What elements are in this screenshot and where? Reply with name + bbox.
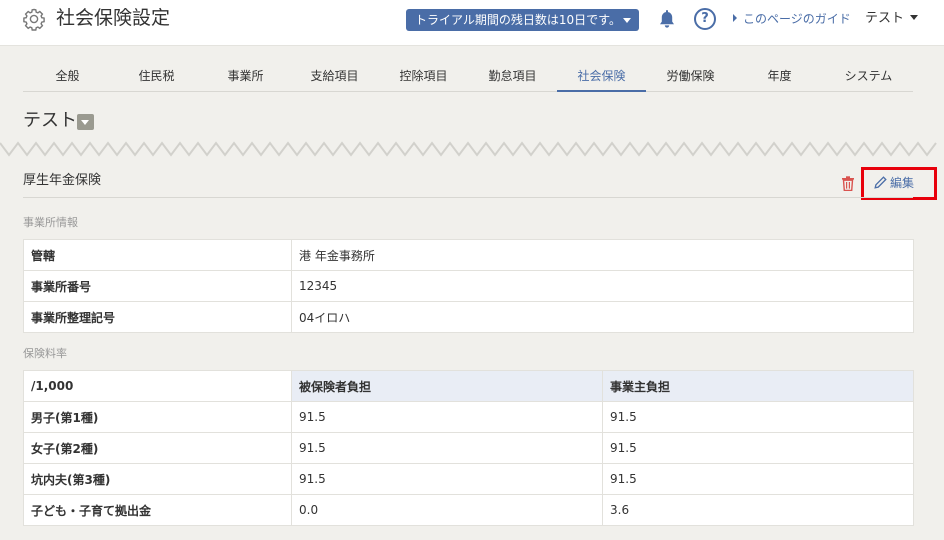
office-info-label: 事業所情報 [23,216,78,229]
table-row: 事業所番号 12345 [23,270,914,302]
table-header-row: /1,000 被保険者負担 事業主負担 [23,370,914,402]
row-key: 事業所整理記号 [23,301,292,333]
trial-days-label: トライアル期間の残日数は10日です。 [415,13,621,27]
employer-rate: 3.6 [602,494,914,526]
employer-rate: 91.5 [602,401,914,433]
tab-general[interactable]: 全般 [23,62,112,92]
app-header: 社会保険設定 トライアル期間の残日数は10日です。 ? このページのガイド テス… [0,0,944,46]
tab-payment-items[interactable]: 支給項目 [290,62,379,92]
table-row: 男子(第1種) 91.5 91.5 [23,401,914,433]
row-key: 女子(第2種) [23,432,292,464]
office-info-table: 管轄 港 年金事務所 事業所番号 12345 事業所整理記号 04イロハ [23,239,914,333]
page-title: テスト [23,110,77,131]
chevron-down-icon [623,18,631,23]
employee-rate: 91.5 [291,432,603,464]
row-key: 坑内夫(第3種) [23,463,292,495]
employer-rate: 91.5 [602,463,914,495]
section-title: 厚生年金保険 [23,173,102,188]
help-icon[interactable]: ? [694,8,716,30]
user-menu[interactable]: テスト [865,10,919,28]
settings-tabs: 全般 住民税 事業所 支給項目 控除項目 勤怠項目 社会保険 労働保険 年度 シ… [23,62,913,92]
column-header: /1,000 [23,370,292,402]
pencil-icon [874,176,887,189]
table-row: 女子(第2種) 91.5 91.5 [23,432,914,464]
zigzag-divider [0,141,937,157]
rates-label: 保険料率 [23,347,67,360]
chevron-down-icon [910,15,919,20]
edit-button[interactable]: 編集 [861,167,937,200]
table-row: 事業所整理記号 04イロハ [23,301,914,333]
tab-attendance-items[interactable]: 勤怠項目 [468,62,557,92]
tab-deduction-items[interactable]: 控除項目 [379,62,468,92]
row-key: 男子(第1種) [23,401,292,433]
title-dropdown-button[interactable] [77,114,94,130]
tab-fiscal-year[interactable]: 年度 [735,62,824,92]
trial-days-dropdown[interactable]: トライアル期間の残日数は10日です。 [406,9,639,31]
row-key: 事業所番号 [23,270,292,302]
page-guide-label: このページのガイド [743,12,851,26]
tab-social-insurance[interactable]: 社会保険 [557,62,646,92]
page-guide-link[interactable]: このページのガイド [733,10,851,28]
section-divider [23,197,913,198]
employee-rate: 0.0 [291,494,603,526]
tab-system[interactable]: システム [824,62,913,92]
row-key: 管轄 [23,239,292,271]
column-header: 事業主負担 [602,370,914,402]
trash-icon[interactable] [841,176,855,191]
tab-resident-tax[interactable]: 住民税 [112,62,201,92]
bell-icon[interactable] [658,10,676,30]
edit-label: 編集 [890,176,915,190]
row-value: 12345 [291,270,914,302]
gear-icon [23,8,45,31]
tab-office[interactable]: 事業所 [201,62,290,92]
app-title: 社会保険設定 [56,7,171,29]
tab-labor-insurance[interactable]: 労働保険 [646,62,735,92]
column-header: 被保険者負担 [291,370,603,402]
row-value: 港 年金事務所 [291,239,914,271]
table-row: 管轄 港 年金事務所 [23,239,914,271]
employer-rate: 91.5 [602,432,914,464]
rates-table: /1,000 被保険者負担 事業主負担 男子(第1種) 91.5 91.5 女子… [23,370,914,526]
caret-right-icon [733,14,737,22]
employee-rate: 91.5 [291,401,603,433]
user-name: テスト [865,11,905,26]
employee-rate: 91.5 [291,463,603,495]
table-row: 子ども・子育て拠出金 0.0 3.6 [23,494,914,526]
table-row: 坑内夫(第3種) 91.5 91.5 [23,463,914,495]
row-value: 04イロハ [291,301,914,333]
row-key: 子ども・子育て拠出金 [23,494,292,526]
